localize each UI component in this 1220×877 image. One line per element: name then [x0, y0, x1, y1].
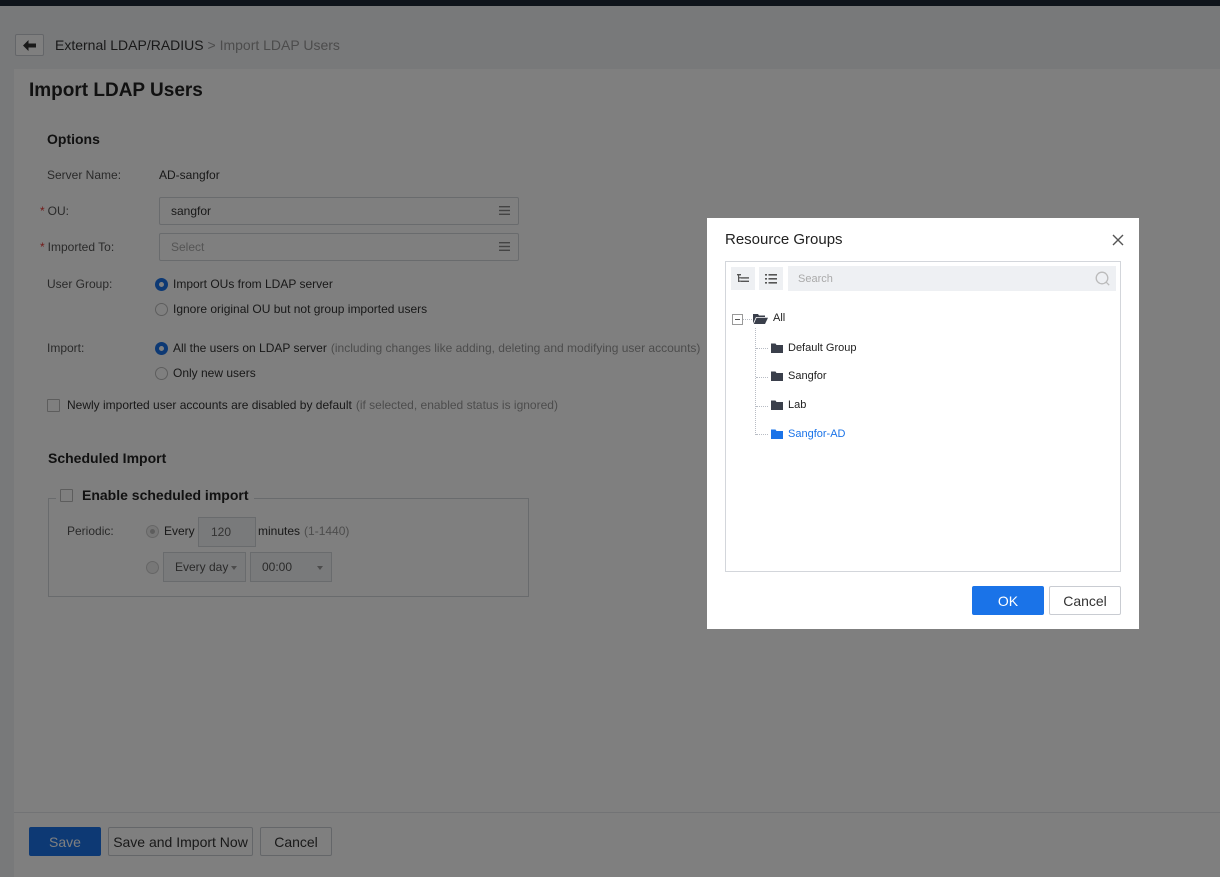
- tree-node-default-group[interactable]: Default Group: [771, 342, 856, 354]
- tree-connector: [756, 348, 768, 349]
- tree-node-label: Sangfor-AD: [788, 428, 846, 440]
- folder-icon: [771, 371, 783, 381]
- tree-connector: [755, 328, 756, 435]
- tree-panel: Search All Default Group Sangfor Lab San…: [725, 261, 1121, 572]
- tree-node-sangfor-ad[interactable]: Sangfor-AD: [771, 428, 845, 440]
- folder-icon: [771, 343, 783, 353]
- search-placeholder: Search: [798, 272, 833, 285]
- ok-button[interactable]: OK: [972, 586, 1044, 615]
- tree-node-sangfor[interactable]: Sangfor: [771, 370, 827, 382]
- tree-node-label: Default Group: [788, 342, 857, 354]
- folder-icon: [771, 429, 783, 439]
- tree-node-label: Sangfor: [788, 370, 827, 382]
- tree-connector: [756, 406, 768, 407]
- tree-node-label: Lab: [788, 399, 807, 411]
- expand-all-button[interactable]: [731, 267, 755, 290]
- tree-connector: [756, 377, 768, 378]
- tree-node-lab[interactable]: Lab: [771, 399, 806, 411]
- folder-icon: [771, 400, 783, 410]
- tree-connector: [756, 434, 768, 435]
- dialog-title: Resource Groups: [725, 231, 843, 248]
- search-input[interactable]: Search: [788, 266, 1116, 291]
- dialog-cancel-button[interactable]: Cancel: [1049, 586, 1121, 615]
- tree-expand-icon: [737, 273, 749, 282]
- tree-connector: [743, 319, 752, 320]
- folder-open-icon: [753, 313, 768, 324]
- search-icon[interactable]: [1095, 271, 1110, 286]
- tree-node-label: All: [773, 312, 786, 324]
- list-view-button[interactable]: [759, 267, 783, 290]
- collapse-toggle[interactable]: [732, 314, 743, 325]
- resource-groups-dialog: Resource Groups Search All Default Group…: [707, 218, 1139, 629]
- close-icon[interactable]: [1112, 234, 1124, 246]
- list-view-icon: [765, 273, 777, 284]
- tree-node-all[interactable]: All: [753, 312, 785, 324]
